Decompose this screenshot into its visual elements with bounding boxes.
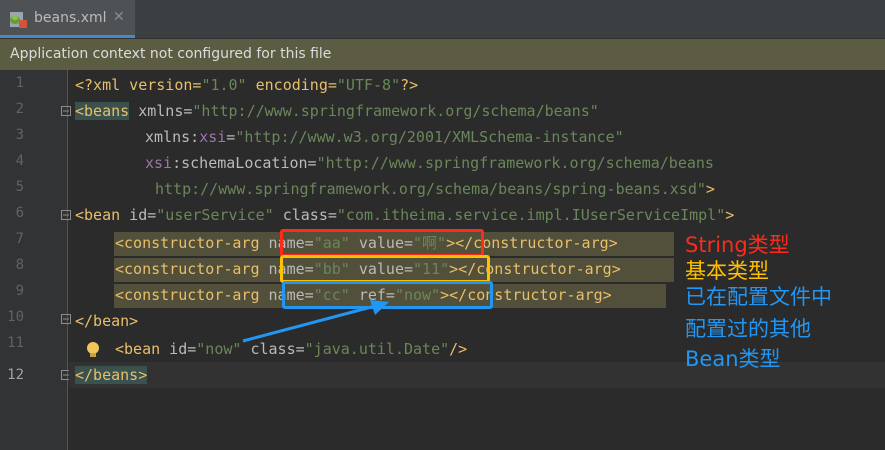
code-line-3: xmlns:xsi="http://www.w3.org/2001/XMLSch… (145, 128, 624, 146)
code-line-1: <?xml version="1.0" encoding="UTF-8"?> (75, 76, 419, 94)
code-line-6: <bean id="userService" class="com.itheim… (75, 206, 735, 224)
xml-file-icon (10, 12, 27, 28)
line-number: 1 (15, 75, 24, 91)
line-number: 11 (7, 335, 24, 351)
line-number: 10 (7, 309, 24, 325)
line-number: 9 (15, 283, 24, 299)
string-arg-highlight-box (280, 229, 484, 257)
annotation-ref-line3: Bean类型 (685, 347, 781, 371)
tab-beans-xml[interactable]: beans.xml ✕ (0, 0, 135, 38)
line-number: 2 (15, 101, 24, 117)
line-number-gutter: 1 2 3 4 5 6 7 8 9 10 11 12 (0, 70, 71, 450)
code-line-2: <beans xmlns="http://www.springframework… (75, 102, 599, 120)
line-number: 8 (15, 257, 24, 273)
line-number: 6 (15, 205, 24, 221)
code-line-4: xsi:schemaLocation="http://www.springfra… (145, 154, 714, 172)
arrow-icon (242, 300, 389, 343)
notice-text: Application context not configured for t… (10, 46, 332, 62)
annotation-ref-line2: 配置过的其他 (685, 317, 811, 341)
code-line-5: http://www.springframework.org/schema/be… (155, 180, 715, 198)
code-line-10: </bean> (75, 312, 139, 330)
line-number: 5 (15, 179, 24, 195)
close-icon[interactable]: ✕ (113, 9, 125, 25)
context-notice-banner: Application context not configured for t… (0, 39, 885, 70)
line-number: 4 (15, 153, 24, 169)
line-number: 3 (15, 127, 24, 143)
annotation-ref-line1: 已在配置文件中 (685, 285, 832, 309)
line-number: 7 (15, 231, 24, 247)
editor-tab-bar: beans.xml ✕ (0, 0, 885, 39)
basic-arg-highlight-box (280, 255, 490, 283)
tab-title: beans.xml (34, 10, 107, 26)
lightbulb-icon[interactable] (85, 341, 101, 359)
line-number: 12 (7, 367, 24, 383)
code-line-12: </beans> (75, 366, 148, 384)
